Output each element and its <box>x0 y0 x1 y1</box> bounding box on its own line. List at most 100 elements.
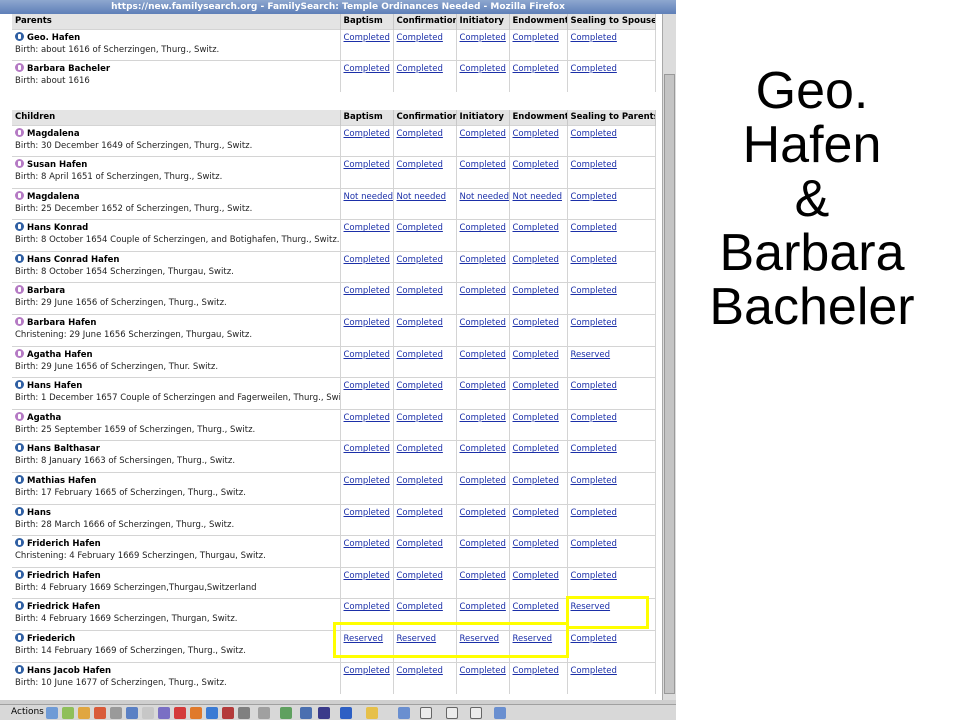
confirmation-status-link[interactable]: Completed <box>397 160 443 170</box>
endowment-status-link[interactable]: Completed <box>513 444 559 454</box>
endowment-status-link[interactable]: Completed <box>513 33 559 43</box>
initiatory-status-link[interactable]: Completed <box>460 255 506 265</box>
person-name[interactable]: Barbara Bacheler <box>27 64 110 74</box>
sealing-status-link[interactable]: Completed <box>571 318 617 328</box>
baptism-status-link[interactable]: Completed <box>344 160 390 170</box>
endowment-status-link[interactable]: Completed <box>513 539 559 549</box>
confirmation-status-link[interactable]: Completed <box>397 666 443 676</box>
app-launcher-icon[interactable] <box>110 707 122 719</box>
initiatory-status-link[interactable]: Completed <box>460 160 506 170</box>
sealing-status-link[interactable]: Completed <box>571 413 617 423</box>
initiatory-status-link[interactable]: Completed <box>460 286 506 296</box>
endowment-status-link[interactable]: Completed <box>513 381 559 391</box>
male-person-icon[interactable] <box>15 633 24 642</box>
confirmation-status-link[interactable]: Completed <box>397 318 443 328</box>
sealing-status-link[interactable]: Completed <box>571 160 617 170</box>
male-person-icon[interactable] <box>15 222 24 232</box>
male-person-icon[interactable] <box>15 601 24 611</box>
baptism-status-link[interactable]: Completed <box>344 571 390 581</box>
baptism-status-link[interactable]: Completed <box>344 602 390 612</box>
female-person-icon[interactable] <box>15 285 24 295</box>
initiatory-status-link[interactable]: Completed <box>460 476 506 486</box>
endowment-status-link[interactable]: Completed <box>513 255 559 265</box>
confirmation-status-link[interactable]: Completed <box>397 508 443 518</box>
female-person-icon[interactable] <box>15 159 24 169</box>
male-person-icon[interactable] <box>15 253 24 263</box>
initiatory-status-link[interactable]: Completed <box>460 33 506 43</box>
baptism-status-link[interactable]: Completed <box>344 539 390 549</box>
male-person-icon[interactable] <box>15 506 24 516</box>
person-name[interactable]: Barbara Hafen <box>27 318 96 328</box>
window-switcher-icon[interactable] <box>398 707 410 719</box>
person-name[interactable]: Magdalena <box>27 192 80 202</box>
endowment-status-link[interactable]: Completed <box>513 64 559 74</box>
endowment-status-link[interactable]: Completed <box>513 160 559 170</box>
cursor-icon[interactable] <box>318 707 330 719</box>
app-launcher-icon[interactable] <box>300 707 312 719</box>
confirmation-status-link[interactable]: Completed <box>397 571 443 581</box>
endowment-status-link[interactable]: Completed <box>513 476 559 486</box>
person-name[interactable]: Hans Balthasar <box>27 444 100 454</box>
person-name[interactable]: Friedrick Hafen <box>27 602 100 612</box>
sealing-status-link[interactable]: Reserved <box>571 350 611 360</box>
endowment-status-link[interactable]: Completed <box>513 223 559 233</box>
person-name[interactable]: Hans Hafen <box>27 381 82 391</box>
person-name[interactable]: Friedrich Hafen <box>27 571 101 581</box>
person-name[interactable]: Magdalena <box>27 129 80 139</box>
app-launcher-icon[interactable] <box>94 707 106 719</box>
app-launcher-icon[interactable] <box>78 707 90 719</box>
baptism-status-link[interactable]: Completed <box>344 666 390 676</box>
initiatory-status-link[interactable]: Completed <box>460 129 506 139</box>
vertical-scrollbar[interactable] <box>662 14 676 700</box>
male-person-icon[interactable] <box>15 664 24 674</box>
initiatory-status-link[interactable]: Completed <box>460 318 506 328</box>
person-name[interactable]: Hans Jacob Hafen <box>27 666 111 676</box>
app-launcher-icon[interactable] <box>174 707 186 719</box>
app-launcher-icon[interactable] <box>158 707 170 719</box>
sealing-status-link[interactable]: Completed <box>571 539 617 549</box>
sealing-status-link[interactable]: Completed <box>571 286 617 296</box>
initiatory-status-link[interactable]: Completed <box>460 666 506 676</box>
baptism-status-link[interactable]: Completed <box>344 318 390 328</box>
sealing-status-link[interactable]: Completed <box>571 508 617 518</box>
initiatory-status-link[interactable]: Completed <box>460 413 506 423</box>
female-person-icon[interactable] <box>15 348 24 358</box>
person-name[interactable]: Friederich <box>27 634 75 644</box>
baptism-status-link[interactable]: Completed <box>344 223 390 233</box>
globe-icon[interactable] <box>340 707 352 719</box>
baptism-status-link[interactable]: Completed <box>344 444 390 454</box>
sealing-status-link[interactable]: Completed <box>571 634 617 644</box>
app-launcher-icon[interactable] <box>280 707 292 719</box>
confirmation-status-link[interactable]: Completed <box>397 286 443 296</box>
initiatory-status-link[interactable]: Completed <box>460 350 506 360</box>
initiatory-status-link[interactable]: Completed <box>460 602 506 612</box>
female-person-icon[interactable] <box>15 63 24 73</box>
initiatory-status-link[interactable]: Completed <box>460 539 506 549</box>
female-person-icon[interactable] <box>15 190 24 200</box>
baptism-status-link[interactable]: Completed <box>344 508 390 518</box>
app-launcher-icon[interactable] <box>142 707 154 719</box>
baptism-status-link[interactable]: Completed <box>344 381 390 391</box>
confirmation-status-link[interactable]: Completed <box>397 381 443 391</box>
person-name[interactable]: Friderich Hafen <box>27 539 101 549</box>
sealing-status-link[interactable]: Completed <box>571 444 617 454</box>
person-name[interactable]: Geo. Hafen <box>27 33 80 43</box>
male-person-icon[interactable] <box>15 31 24 41</box>
endowment-status-link[interactable]: Completed <box>513 571 559 581</box>
confirmation-status-link[interactable]: Completed <box>397 255 443 265</box>
actions-menu-button[interactable]: Actions <box>11 705 44 720</box>
endowment-status-link[interactable]: Completed <box>513 508 559 518</box>
sealing-status-link[interactable]: Completed <box>571 33 617 43</box>
window-switcher-icon[interactable] <box>446 707 458 719</box>
person-name[interactable]: Susan Hafen <box>27 160 87 170</box>
male-person-icon[interactable] <box>15 475 24 485</box>
male-person-icon[interactable] <box>15 443 24 453</box>
window-switcher-icon[interactable] <box>470 707 482 719</box>
person-name[interactable]: Agatha <box>27 413 61 423</box>
window-switcher-icon[interactable] <box>420 707 432 719</box>
app-launcher-icon[interactable] <box>222 707 234 719</box>
person-name[interactable]: Hans Konrad <box>27 223 88 233</box>
endowment-status-link[interactable]: Completed <box>513 129 559 139</box>
sealing-status-link[interactable]: Completed <box>571 571 617 581</box>
male-person-icon[interactable] <box>15 380 24 390</box>
